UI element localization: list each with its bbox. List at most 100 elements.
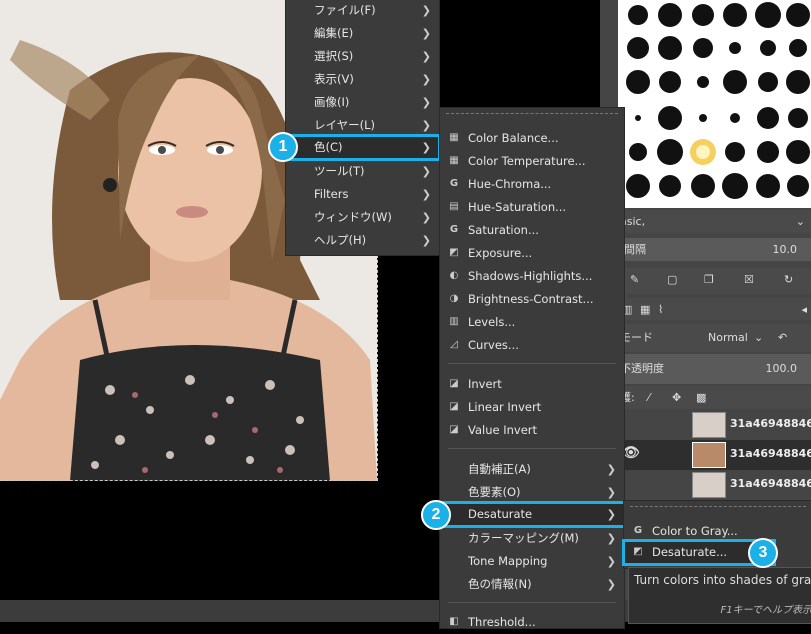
brush-preset-select[interactable]: asic, ⌄	[612, 210, 811, 233]
menu-separator	[448, 448, 616, 449]
chevron-right-icon: ❯	[421, 96, 431, 109]
menu-brightness-contrast[interactable]: ◑ Brightness-Contrast...	[440, 288, 624, 311]
menu-file[interactable]: ファイル(F) ❯	[286, 0, 439, 22]
panel-menu-icon[interactable]: ◂	[801, 298, 807, 321]
chevron-down-icon: ⌄	[795, 215, 805, 228]
menu-colors[interactable]: 色(C) ❯	[284, 134, 441, 161]
invert-icon: ◪	[449, 424, 459, 435]
layer-row[interactable]: 31a469488466	[612, 470, 811, 500]
menu-help[interactable]: ヘルプ(H) ❯	[286, 229, 439, 252]
chevron-right-icon: ❯	[421, 188, 431, 201]
tear-off-line[interactable]	[630, 506, 806, 507]
desaturate-menu: G Color to Gray... ◩ Desaturate...	[622, 500, 811, 569]
chevron-right-icon: ❯	[421, 50, 431, 63]
layer-name: 31a469488466	[730, 447, 811, 460]
brush-toolbar: ✎ ▢ ❐ ☒ ↻	[612, 268, 811, 294]
menu-layer[interactable]: レイヤー(L) ❯	[286, 114, 439, 137]
brushes-panel[interactable]	[612, 0, 811, 208]
brush-grid[interactable]	[618, 0, 811, 208]
edit-brush-icon[interactable]: ✎	[630, 268, 639, 291]
menu-view[interactable]: 表示(V) ❯	[286, 68, 439, 91]
menu-levels[interactable]: ▥ Levels...	[440, 311, 624, 334]
curves-icon: ◿	[450, 339, 458, 350]
menu-invert[interactable]: ◪ Invert	[440, 373, 624, 396]
step-badge-1: 1	[268, 132, 298, 162]
opacity-value: 100.0	[765, 362, 798, 375]
menu-auto[interactable]: 自動補正(A) ❯	[440, 458, 624, 481]
menu-filters[interactable]: Filters ❯	[286, 183, 439, 206]
chevron-right-icon: ❯	[606, 578, 616, 591]
menu-curves[interactable]: ◿ Curves...	[440, 334, 624, 357]
menu-linear-invert[interactable]: ◪ Linear Invert	[440, 396, 624, 419]
shadows-highlights-icon: ◐	[449, 270, 459, 281]
spacing-slider[interactable]: 間隔 10.0	[612, 238, 811, 261]
gegl-icon: G	[449, 224, 459, 235]
chevron-down-icon: ⌄	[754, 331, 764, 344]
levels-icon: ▥	[449, 316, 459, 327]
gegl-icon: G	[633, 525, 643, 536]
opacity-slider[interactable]: 不透明度 100.0	[612, 354, 811, 384]
menu-saturation[interactable]: G Saturation...	[440, 219, 624, 242]
menu-separator	[448, 602, 616, 603]
tear-off-line[interactable]	[446, 113, 618, 114]
menu-info[interactable]: 色の情報(N) ❯	[440, 573, 624, 596]
menu-color-balance[interactable]: ▦ Color Balance...	[440, 127, 624, 150]
chevron-right-icon: ❯	[421, 73, 431, 86]
duplicate-brush-icon[interactable]: ❐	[704, 268, 714, 291]
menu-color-mapping[interactable]: カラーマッピング(M) ❯	[440, 527, 624, 550]
menu-tone-mapping[interactable]: Tone Mapping ❯	[440, 550, 624, 573]
layer-row[interactable]: 31a469488466	[612, 410, 811, 440]
menu-hue-saturation[interactable]: ▤ Hue-Saturation...	[440, 196, 624, 219]
chevron-right-icon: ❯	[421, 141, 431, 154]
paths-tab-icon[interactable]: ⌇	[658, 298, 663, 321]
layers-tabs: ▥ ▦ ⌇ ◂	[612, 298, 811, 320]
menu-shadows-highlights[interactable]: ◐ Shadows-Highlights...	[440, 265, 624, 288]
spacing-value: 10.0	[772, 243, 798, 256]
mode-reset-icon[interactable]: ↶	[778, 324, 787, 352]
step-badge-3: 3	[748, 538, 778, 568]
layer-row[interactable]: 👁 31a469488466	[612, 440, 811, 470]
hue-saturation-icon: ▤	[449, 201, 459, 212]
chevron-right-icon: ❯	[606, 555, 616, 568]
lock-position-icon[interactable]: ✥	[672, 386, 681, 409]
refresh-icon[interactable]: ↻	[784, 268, 793, 291]
selection-border-right	[377, 250, 378, 481]
menu-exposure[interactable]: ◩ Exposure...	[440, 242, 624, 265]
menu-hue-chroma[interactable]: G Hue-Chroma...	[440, 173, 624, 196]
menu-color-temperature[interactable]: ▦ Color Temperature...	[440, 150, 624, 173]
layer-name: 31a469488466	[730, 477, 811, 490]
menu-tools[interactable]: ツール(T) ❯	[286, 160, 439, 183]
menu-image[interactable]: 画像(I) ❯	[286, 91, 439, 114]
layer-thumbnail	[692, 442, 726, 468]
chevron-right-icon: ❯	[421, 27, 431, 40]
menu-windows[interactable]: ウィンドウ(W) ❯	[286, 206, 439, 229]
tooltip: Turn colors into shades of gray F1キーでヘルプ…	[628, 567, 811, 624]
chevron-right-icon: ❯	[606, 532, 616, 545]
lock-alpha-icon[interactable]: ▩	[696, 386, 706, 409]
step-badge-2: 2	[421, 500, 451, 530]
menu-edit[interactable]: 編集(E) ❯	[286, 22, 439, 45]
menu-select[interactable]: 選択(S) ❯	[286, 45, 439, 68]
layer-name: 31a469488466	[730, 417, 811, 430]
lock-pixels-icon[interactable]: ⁄	[648, 386, 650, 409]
menu-threshold[interactable]: ◧ Threshold...	[440, 611, 624, 634]
channels-tab-icon[interactable]: ▦	[640, 298, 650, 321]
menu-desaturate[interactable]: Desaturate ❯	[438, 501, 626, 528]
chevron-right-icon: ❯	[421, 119, 431, 132]
colors-menu: ▦ Color Balance... ▦ Color Temperature... …	[438, 107, 626, 629]
menu-value-invert[interactable]: ◪ Value Invert	[440, 419, 624, 442]
desaturate-icon: ◩	[633, 546, 643, 557]
menu-separator	[448, 363, 616, 364]
menu-color-to-gray[interactable]: G Color to Gray...	[624, 520, 811, 543]
invert-icon: ◪	[449, 401, 459, 412]
invert-icon: ◪	[449, 378, 459, 389]
new-brush-icon[interactable]: ▢	[667, 268, 677, 291]
layer-mode-row: モード Normal ⌄ ↶	[612, 324, 811, 352]
layer-thumbnail	[692, 412, 726, 438]
delete-brush-icon[interactable]: ☒	[744, 268, 754, 291]
image-menu: ファイル(F) ❯ 編集(E) ❯ 選択(S) ❯ 表示(V) ❯ 画像(I) ❯ レイヤ…	[284, 0, 441, 256]
chevron-right-icon: ❯	[421, 234, 431, 247]
chevron-right-icon: ❯	[606, 508, 616, 521]
mode-select[interactable]: Normal	[708, 324, 748, 352]
menu-components[interactable]: 色要素(O) ❯	[440, 481, 624, 504]
